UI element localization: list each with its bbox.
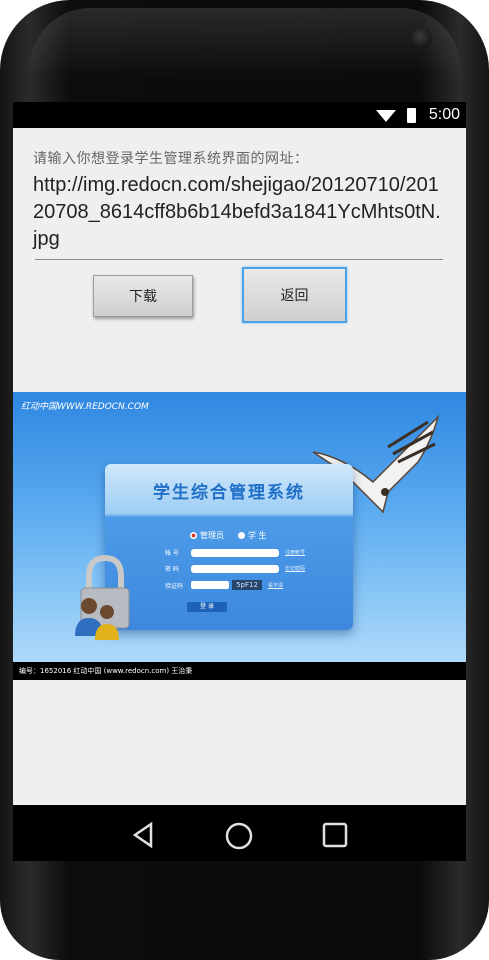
panel-title: 学生综合管理系统 (153, 483, 305, 503)
status-bar: 5:00 (13, 102, 466, 128)
phone-frame: 5:00 请输入你想登录学生管理系统界面的网址： http://img.redo… (0, 0, 489, 960)
status-time: 5:00 (428, 106, 460, 123)
battery-icon (407, 108, 416, 123)
account-field (191, 548, 279, 557)
url-input-underline (35, 259, 443, 260)
role-admin: 管理员 (190, 530, 224, 541)
back-nav-icon[interactable] (129, 821, 157, 849)
url-prompt-label: 请输入你想登录学生管理系统界面的网址： (33, 151, 309, 167)
app-screen: 5:00 请输入你想登录学生管理系统界面的网址： http://img.redo… (13, 102, 466, 861)
radio-checked-icon (190, 532, 197, 539)
navigation-bar (13, 805, 466, 861)
password-row: 密 码 忘记密码 (165, 564, 306, 573)
captcha-code: 5pF12 (232, 580, 262, 590)
phone-gloss (30, 8, 460, 78)
front-camera (412, 28, 432, 48)
login-panel: 学生综合管理系统 管理员 学 生 帐 号 注册帐号 密 码 忘记密码 验证码 5… (105, 464, 353, 630)
role-student: 学 生 (238, 530, 267, 541)
captcha-field (191, 581, 229, 589)
login-button-image: 登 录 (187, 602, 227, 612)
role-selector: 管理员 学 生 (190, 530, 267, 541)
downloaded-image: 红动中国WWW.REDOCN.COM 学生综合管理系统 管理员 学 生 帐 号 … (13, 392, 466, 680)
image-watermark: 红动中国WWW.REDOCN.COM (21, 402, 149, 412)
account-row: 帐 号 注册帐号 (165, 548, 306, 557)
password-field (191, 564, 279, 573)
back-button[interactable]: 返回 (242, 267, 347, 323)
image-info-bar: 编号：1652016 红动中国 (www.redocn.com) 王治秉 (13, 662, 466, 680)
radio-icon (238, 532, 245, 539)
download-button[interactable]: 下载 (93, 275, 193, 317)
captcha-row: 验证码 5pF12 看不清 (165, 580, 284, 590)
home-nav-icon[interactable] (224, 821, 254, 851)
users-icon (75, 598, 119, 640)
url-input[interactable]: http://img.redocn.com/shejigao/20120710/… (33, 172, 443, 258)
wifi-icon (376, 110, 396, 122)
recents-nav-icon[interactable] (321, 821, 349, 849)
